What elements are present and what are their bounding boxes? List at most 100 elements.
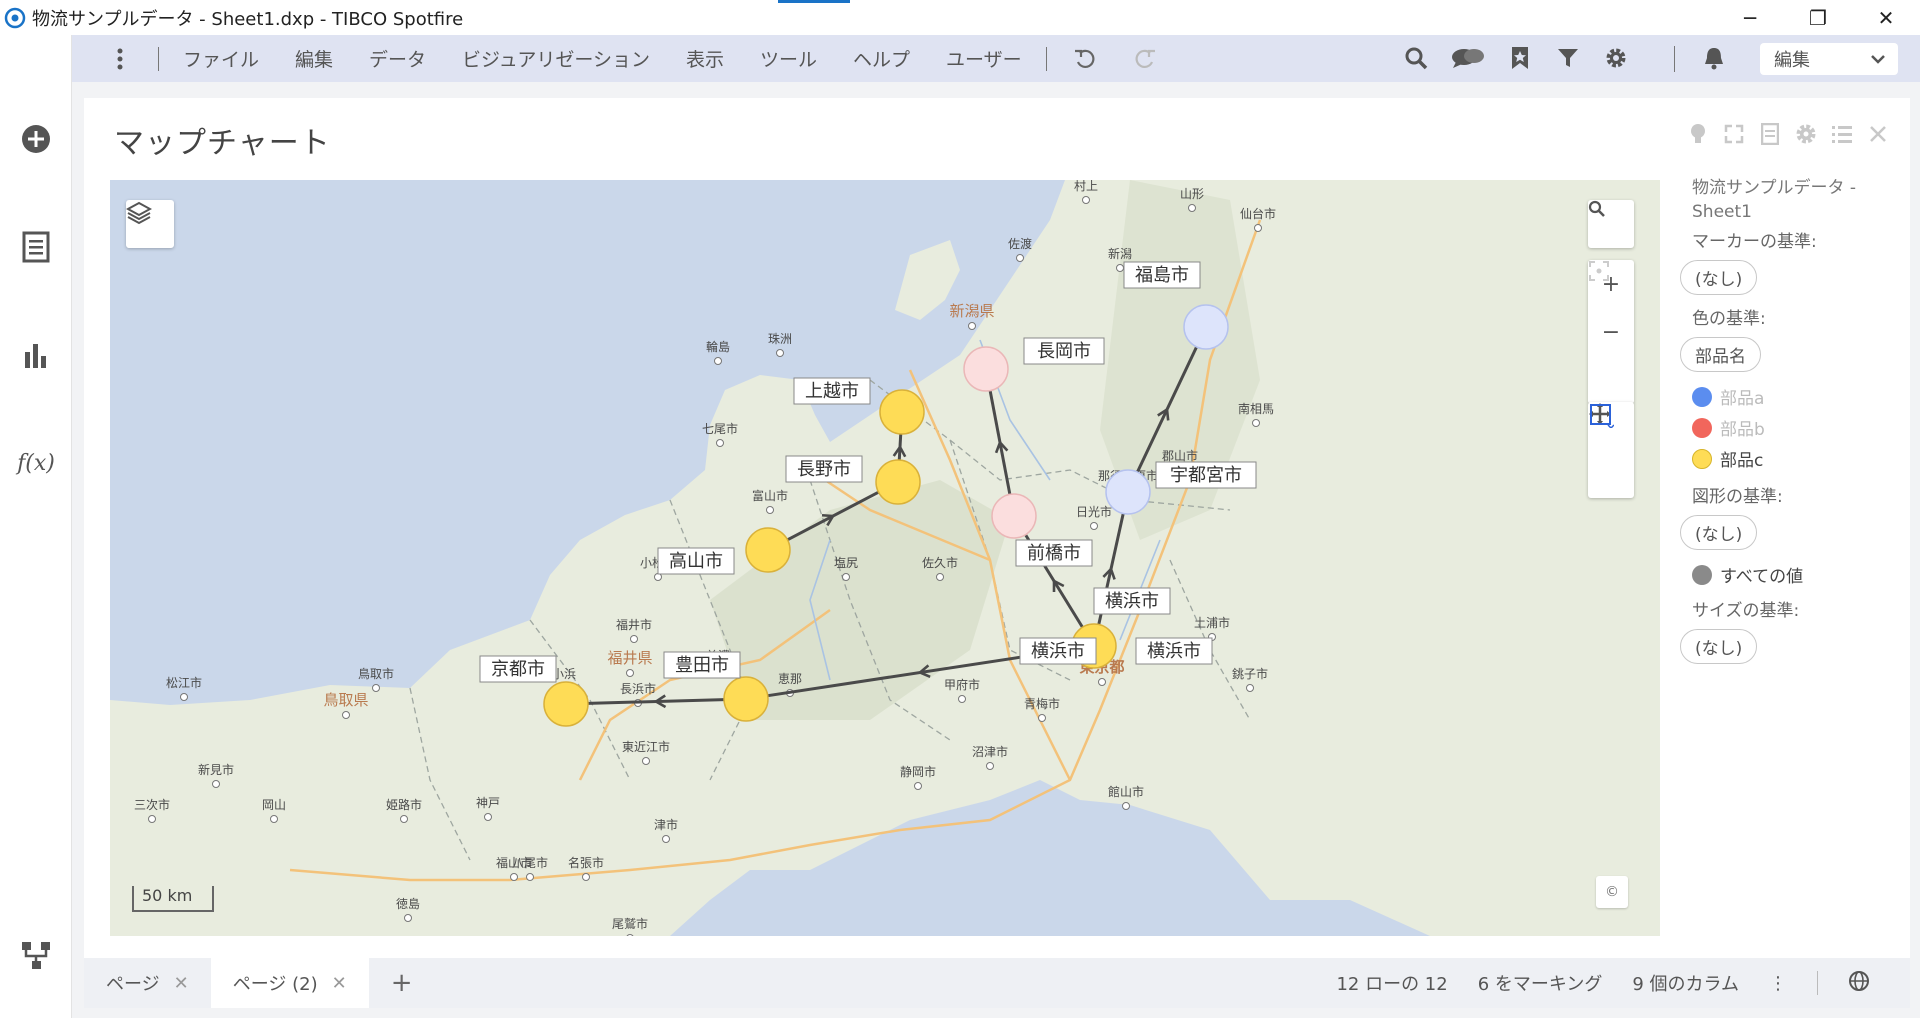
- menu-separator: [158, 46, 159, 71]
- copyright-button[interactable]: ©: [1596, 876, 1628, 908]
- visualization-icon[interactable]: [16, 335, 56, 375]
- base-city-dot: [1038, 714, 1046, 722]
- bookmark-icon[interactable]: [1506, 44, 1534, 72]
- city-label: 横浜市: [1147, 641, 1201, 662]
- map-scale-bar: 50 km: [132, 886, 214, 912]
- base-map-label: 姫路市: [386, 797, 422, 812]
- shape-swatch: [1692, 564, 1712, 585]
- map-search-button[interactable]: [1588, 200, 1634, 248]
- base-city-dot: [1116, 264, 1124, 272]
- base-map-label: 沼津市: [972, 744, 1008, 759]
- menu-data[interactable]: データ: [369, 45, 426, 72]
- color-by-selector[interactable]: 部品名: [1680, 337, 1761, 372]
- undo-icon[interactable]: [1071, 45, 1099, 73]
- left-sidebar: f(x): [0, 35, 72, 1018]
- menu-edit[interactable]: 編集: [295, 45, 333, 72]
- menu-file[interactable]: ファイル: [183, 45, 259, 72]
- base-city-dot: [662, 835, 670, 843]
- route-marker[interactable]: [875, 459, 921, 505]
- base-city-dot: [1254, 224, 1262, 232]
- legend-panel: 物流サンプルデータ - Sheet1 マーカーの基準: (なし) 色の基準: 部…: [1680, 176, 1900, 676]
- function-icon[interactable]: f(x): [16, 443, 56, 483]
- base-city-dot: [148, 815, 156, 823]
- expand-icon[interactable]: [1722, 122, 1746, 146]
- base-map-label: 徳島: [396, 896, 420, 911]
- status-separator: [1817, 971, 1818, 995]
- redo-icon[interactable]: [1131, 45, 1159, 73]
- lightbulb-icon[interactable]: [1686, 122, 1710, 146]
- close-tab-icon[interactable]: ✕: [332, 973, 347, 994]
- route-marker[interactable]: [991, 493, 1037, 539]
- more-vertical-icon[interactable]: ⋮: [1769, 973, 1787, 994]
- route-marker[interactable]: [1183, 304, 1229, 350]
- route-marker[interactable]: [879, 389, 925, 435]
- menu-visualization[interactable]: ビジュアリゼーション: [462, 45, 650, 72]
- mode-dropdown[interactable]: 編集: [1760, 43, 1898, 75]
- zoom-out-button[interactable]: −: [1588, 308, 1634, 356]
- base-city-dot: [342, 711, 350, 719]
- data-table-icon[interactable]: [16, 227, 56, 267]
- close-tab-icon[interactable]: ✕: [174, 973, 189, 994]
- base-map-label: 輪島: [706, 339, 730, 354]
- base-map-label: 郡山市: [1162, 448, 1198, 463]
- page-tab-bar: ページ ✕ ページ (2) ✕ + 12 ローの 12 6 をマーキング 9 個のカ…: [84, 958, 1910, 1008]
- legend-item-part-c[interactable]: 部品c: [1692, 446, 1900, 471]
- route-marker[interactable]: [963, 346, 1009, 392]
- properties-gear-icon[interactable]: [1794, 122, 1818, 146]
- menu-help[interactable]: ヘルプ: [853, 45, 910, 72]
- zoom-reset-icon[interactable]: [1588, 261, 1634, 404]
- minimize-button[interactable]: ─: [1716, 0, 1784, 35]
- add-icon[interactable]: [16, 119, 56, 159]
- route-marker[interactable]: [723, 676, 769, 722]
- base-map-label: 東近江市: [622, 739, 670, 754]
- map-canvas[interactable]: 仙台市山形村上新潟新潟県佐渡輪島珠洲七尾市富山市小松市福井市福井県鳥取県鳥取市松…: [110, 180, 1660, 936]
- details-icon[interactable]: [1758, 122, 1782, 146]
- legend-list-icon[interactable]: [1830, 122, 1854, 146]
- menu-view[interactable]: 表示: [686, 45, 724, 72]
- base-city-dot: [526, 873, 534, 881]
- close-window-button[interactable]: ✕: [1852, 0, 1920, 35]
- base-map-label: 南相馬: [1238, 401, 1274, 416]
- city-label: 横浜市: [1105, 591, 1159, 612]
- more-vertical-icon[interactable]: [106, 45, 134, 73]
- settings-icon[interactable]: [1602, 44, 1630, 72]
- base-city-dot: [484, 813, 492, 821]
- notification-bell-icon[interactable]: [1700, 44, 1728, 72]
- menu-user[interactable]: ユーザー: [946, 45, 1022, 72]
- rectangle-select-icon[interactable]: [1588, 404, 1634, 498]
- add-page-button[interactable]: +: [369, 968, 435, 998]
- base-map-label: 佐渡: [1008, 236, 1032, 251]
- globe-icon[interactable]: [1848, 970, 1870, 997]
- base-city-dot: [776, 349, 784, 357]
- page-tab-1[interactable]: ページ ✕: [84, 958, 211, 1008]
- route-marker[interactable]: [543, 681, 589, 727]
- legend-item-part-a[interactable]: 部品a: [1692, 384, 1900, 409]
- data-flow-icon[interactable]: [16, 935, 56, 975]
- shape-by-selector[interactable]: (なし): [1680, 515, 1758, 550]
- marker-by-selector[interactable]: (なし): [1680, 260, 1758, 295]
- layers-button[interactable]: [126, 200, 174, 248]
- legend-shape-all[interactable]: すべての値: [1692, 562, 1900, 587]
- base-map-label: 土浦市: [1194, 615, 1230, 630]
- base-map-label: 名張市: [568, 855, 604, 870]
- base-map-label: 松江市: [166, 675, 202, 690]
- base-map-label: 銚子市: [1232, 666, 1268, 681]
- base-map-label: 神戸: [476, 796, 500, 810]
- base-map-label: 館山市: [1108, 784, 1144, 799]
- route-marker[interactable]: [745, 527, 791, 573]
- maximize-button[interactable]: ❐: [1784, 0, 1852, 35]
- filter-icon[interactable]: [1554, 44, 1582, 72]
- search-icon[interactable]: [1402, 44, 1430, 72]
- marked-count: 6 をマーキング: [1477, 974, 1603, 995]
- page-tab-2[interactable]: ページ (2) ✕: [210, 958, 369, 1008]
- status-area: 12 ローの 12 6 をマーキング 9 個のカラム ⋮: [1336, 958, 1870, 1008]
- base-city-dot: [404, 914, 412, 922]
- comments-icon[interactable]: [1450, 44, 1486, 72]
- base-city-dot: [1082, 196, 1090, 204]
- size-by-selector[interactable]: (なし): [1680, 629, 1758, 664]
- route-marker[interactable]: [1105, 469, 1151, 515]
- menu-tools[interactable]: ツール: [760, 45, 817, 72]
- close-panel-icon[interactable]: [1866, 122, 1890, 146]
- legend-item-part-b[interactable]: 部品b: [1692, 415, 1900, 440]
- size-by-label: サイズの基準:: [1692, 601, 1800, 621]
